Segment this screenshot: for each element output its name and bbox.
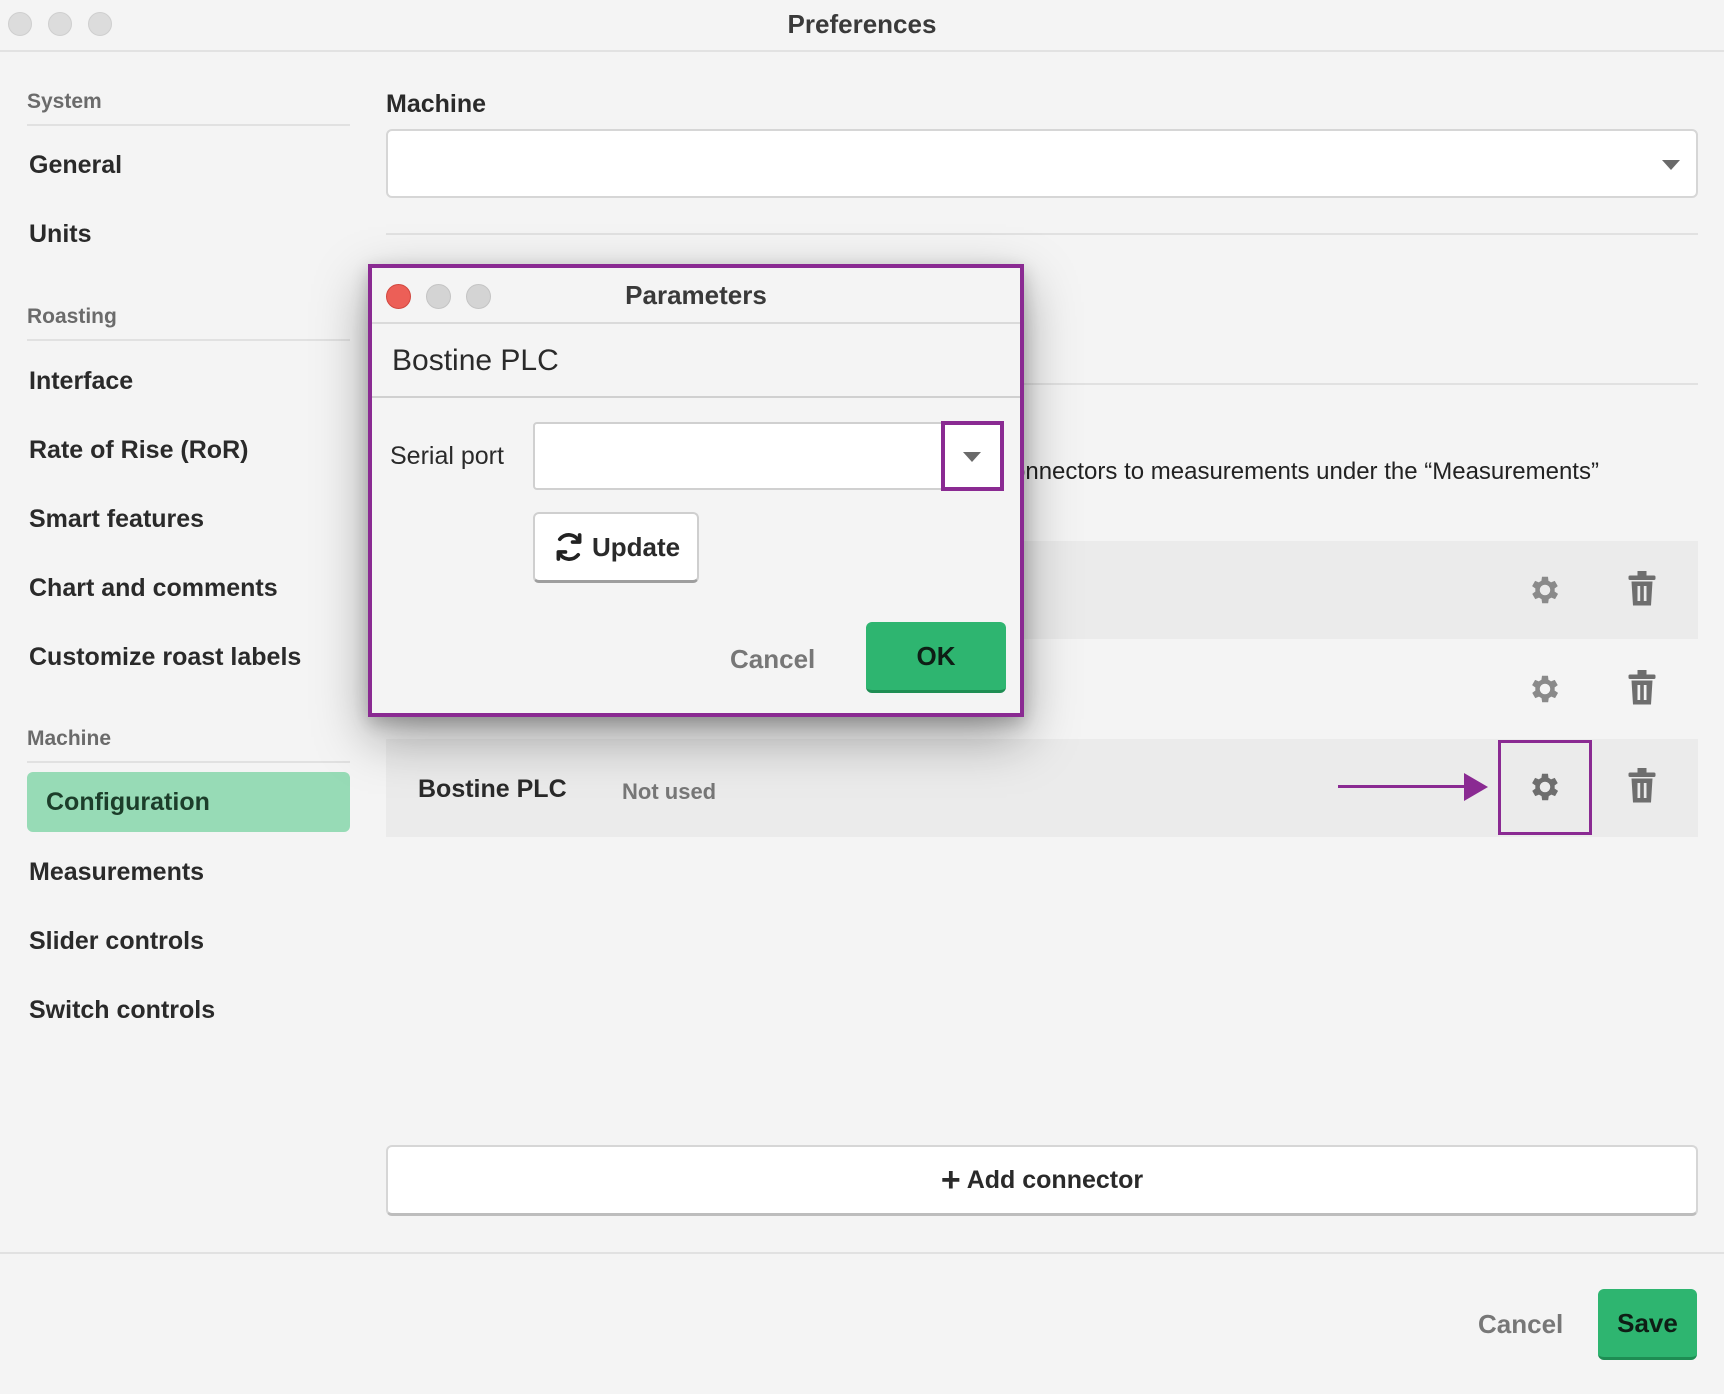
sidebar-item-customize-roast-labels[interactable]: Customize roast labels — [29, 643, 301, 672]
dialog-header: Bostine PLC — [372, 324, 1020, 398]
main-divider — [386, 233, 1698, 235]
help-text: onnectors to measurements under the “Mea… — [1012, 458, 1599, 485]
chevron-down-icon — [963, 452, 981, 462]
annotation-arrow-head — [1464, 773, 1488, 801]
machine-label: Machine — [386, 90, 487, 118]
annotation-arrow — [1338, 785, 1468, 788]
add-connector-label: Add connector — [966, 1165, 1144, 1194]
trash-icon[interactable] — [1626, 768, 1658, 804]
dialog-cancel-button[interactable]: Cancel — [730, 644, 815, 675]
sidebar-item-rate-of-rise[interactable]: Rate of Rise (RoR) — [29, 436, 248, 465]
connector-status: Not used — [622, 779, 717, 804]
dialog-ok-button[interactable]: OK — [866, 622, 1006, 693]
add-connector-button[interactable]: + Add connector — [386, 1145, 1698, 1216]
window-titlebar: Preferences — [0, 0, 1724, 52]
sidebar-item-general[interactable]: General — [29, 151, 122, 180]
sidebar-divider — [27, 124, 350, 126]
trash-icon[interactable] — [1626, 670, 1658, 706]
update-label: Update — [591, 531, 681, 562]
dialog-title: Parameters — [625, 280, 767, 310]
serial-port-dropdown-button[interactable] — [941, 421, 1004, 491]
sidebar-item-switch-controls[interactable]: Switch controls — [29, 996, 215, 1025]
refresh-icon — [556, 533, 582, 561]
sidebar-item-interface[interactable]: Interface — [29, 367, 133, 396]
footer-divider — [0, 1252, 1724, 1254]
plus-icon: + — [940, 1160, 961, 1199]
sidebar-item-slider-controls[interactable]: Slider controls — [29, 927, 204, 956]
serial-port-label: Serial port — [390, 442, 504, 470]
sidebar-section-machine: Machine — [27, 727, 112, 750]
connector-name: Bostine PLC — [418, 775, 567, 803]
serial-port-select[interactable] — [533, 422, 1002, 490]
update-button[interactable]: Update — [533, 512, 699, 583]
save-button[interactable]: Save — [1598, 1289, 1697, 1360]
sidebar-section-system: System — [27, 90, 102, 113]
chevron-down-icon — [1662, 160, 1680, 170]
sidebar-divider — [27, 761, 350, 763]
sidebar-item-smart-features[interactable]: Smart features — [29, 505, 204, 534]
window-title: Preferences — [787, 9, 937, 39]
gear-icon[interactable] — [1527, 671, 1563, 707]
sidebar-divider — [27, 339, 350, 341]
parameters-dialog: Parameters Bostine PLC Serial port Updat… — [368, 264, 1024, 717]
sidebar-item-units[interactable]: Units — [29, 220, 92, 249]
dialog-heading: Bostine PLC — [392, 344, 559, 377]
machine-select[interactable] — [386, 129, 1698, 198]
sidebar-item-measurements[interactable]: Measurements — [29, 858, 204, 887]
sidebar-item-configuration[interactable]: Configuration — [27, 772, 350, 832]
sidebar-item-chart-and-comments[interactable]: Chart and comments — [29, 574, 278, 603]
trash-icon[interactable] — [1626, 571, 1658, 607]
cancel-button[interactable]: Cancel — [1478, 1309, 1563, 1340]
sidebar-section-roasting: Roasting — [27, 305, 117, 328]
dialog-titlebar: Parameters — [372, 268, 1020, 324]
annotation-highlight-box — [1498, 740, 1592, 835]
gear-icon[interactable] — [1527, 572, 1563, 608]
